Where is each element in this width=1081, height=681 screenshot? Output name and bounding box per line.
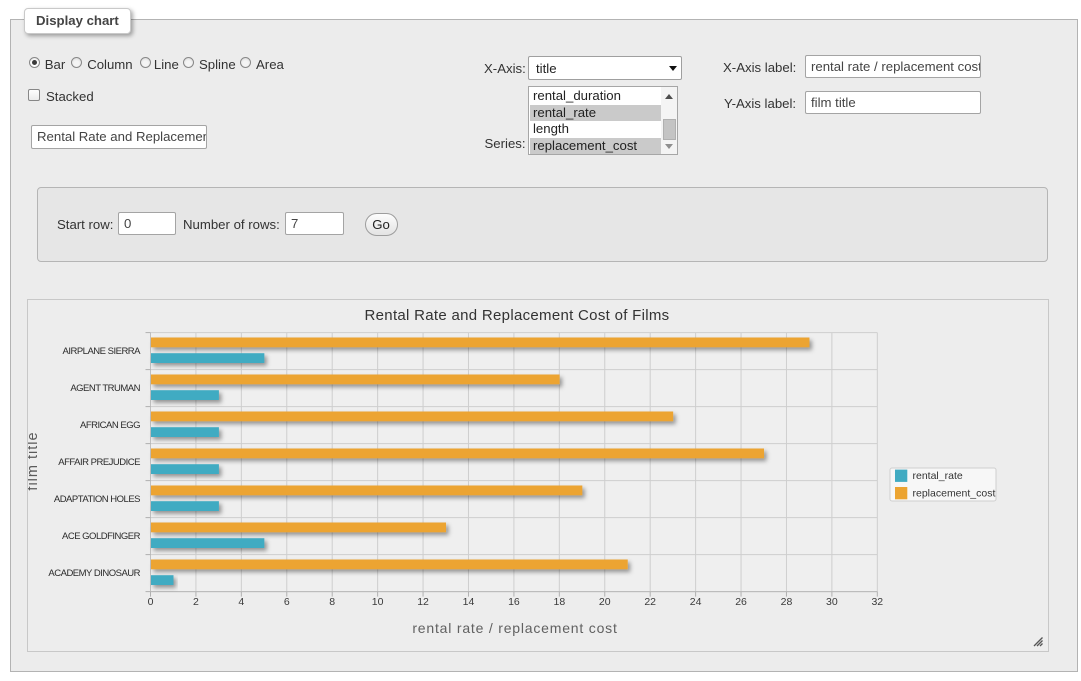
svg-text:8: 8	[329, 596, 335, 608]
svg-text:18: 18	[553, 596, 565, 608]
svg-text:10: 10	[372, 596, 384, 608]
svg-text:20: 20	[599, 596, 611, 608]
svg-text:30: 30	[826, 596, 838, 608]
svg-text:rental rate / replacement cost: rental rate / replacement cost	[412, 620, 617, 636]
svg-text:replacement_cost: replacement_cost	[913, 487, 996, 499]
svg-text:ACE GOLDFINGER: ACE GOLDFINGER	[62, 531, 141, 542]
svg-text:AGENT TRUMAN: AGENT TRUMAN	[70, 383, 140, 394]
svg-text:0: 0	[148, 596, 154, 608]
svg-text:2: 2	[193, 596, 199, 608]
svg-text:AFFAIR PREJUDICE: AFFAIR PREJUDICE	[58, 457, 140, 468]
svg-text:26: 26	[735, 596, 747, 608]
svg-text:32: 32	[871, 596, 883, 608]
svg-text:ADAPTATION HOLES: ADAPTATION HOLES	[54, 494, 140, 505]
svg-text:16: 16	[508, 596, 520, 608]
svg-text:12: 12	[417, 596, 429, 608]
svg-text:14: 14	[463, 596, 475, 608]
svg-text:28: 28	[781, 596, 793, 608]
svg-text:film title: film title	[28, 431, 41, 490]
svg-text:24: 24	[690, 596, 702, 608]
svg-text:Rental Rate and Replacement Co: Rental Rate and Replacement Cost of Film…	[365, 307, 670, 324]
svg-text:rental_rate: rental_rate	[913, 470, 963, 482]
svg-text:4: 4	[238, 596, 244, 608]
svg-text:ACADEMY DINOSAUR: ACADEMY DINOSAUR	[48, 568, 140, 579]
svg-text:22: 22	[644, 596, 656, 608]
svg-text:AFRICAN EGG: AFRICAN EGG	[80, 420, 140, 431]
svg-text:AIRPLANE SIERRA: AIRPLANE SIERRA	[63, 346, 142, 357]
svg-text:6: 6	[284, 596, 290, 608]
